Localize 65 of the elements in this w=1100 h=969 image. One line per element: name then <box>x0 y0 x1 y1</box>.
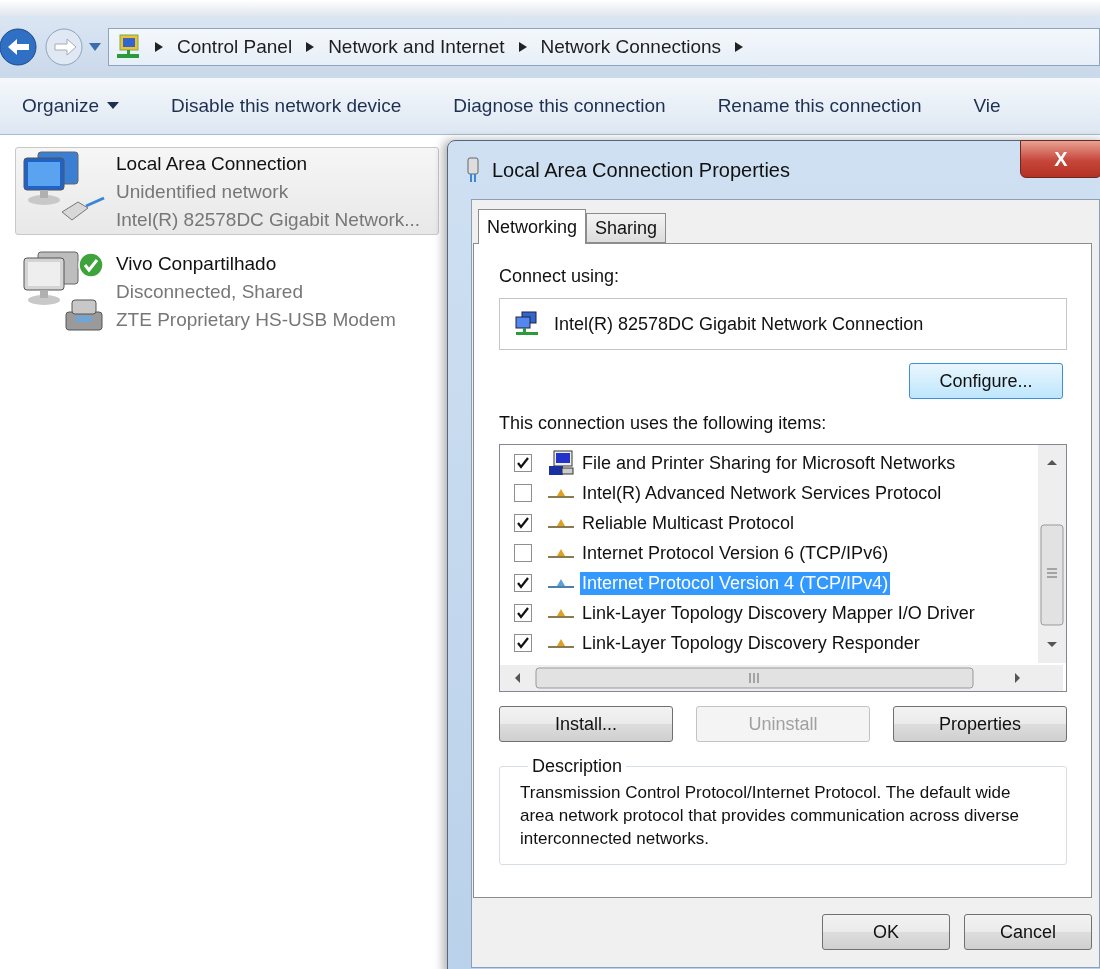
device-name: ZTE Proprietary HS-USB Modem <box>116 308 396 332</box>
connection-item[interactable]: Vivo Conpartilhado Disconnected, Shared ZTE Proprietary HS-USB Modem <box>15 247 439 335</box>
dialog-button[interactable]: Cancel <box>964 914 1092 950</box>
toolbar-button[interactable]: Rename this connection <box>717 95 922 117</box>
toolbar-button[interactable]: Diagnose this connection <box>453 95 666 117</box>
network-computer-icon <box>115 34 141 60</box>
protocol-icon <box>548 487 574 499</box>
list-item[interactable]: Intel(R) Advanced Network Services Protocol <box>580 481 944 505</box>
protocol-icon <box>548 637 574 649</box>
list-item[interactable]: Link-Layer Topology Discovery Responder <box>580 631 922 655</box>
breadcrumb-arrow-icon <box>735 42 744 52</box>
tab[interactable]: Networking <box>478 209 587 244</box>
breadcrumb-arrow-icon <box>306 42 315 52</box>
checkbox[interactable] <box>514 484 532 502</box>
network-computer-icon <box>514 311 540 337</box>
back-button[interactable] <box>0 25 40 69</box>
breadcrumb-item[interactable]: Control Panel <box>177 36 293 58</box>
vertical-scrollbar[interactable] <box>1038 445 1066 663</box>
horizontal-scrollbar[interactable] <box>500 665 1063 691</box>
toolbar-button[interactable]: Disable this network device <box>171 95 402 117</box>
connection-status: Unidentified network <box>116 180 290 204</box>
field-label: Connect using: <box>499 266 621 287</box>
checkbox[interactable] <box>514 604 532 622</box>
list-item[interactable]: Link-Layer Topology Discovery Mapper I/O Driver <box>580 601 977 625</box>
connection-status: Disconnected, Shared <box>116 280 304 304</box>
connection-name: Local Area Connection <box>116 152 309 176</box>
dialog-button[interactable]: OK <box>822 914 950 950</box>
device-name: Intel(R) 82578DC Gigabit Network... <box>116 208 421 232</box>
caret-icon <box>107 102 120 110</box>
toolbar-button[interactable]: Organize <box>22 95 120 117</box>
network-plug-icon <box>60 196 106 222</box>
field-label: This connection uses the following items: <box>499 413 827 433</box>
dropdown-arrow-icon[interactable] <box>88 42 102 52</box>
breadcrumb-item[interactable]: Network Connections <box>540 36 722 58</box>
connection-name: Vivo Conpartilhado <box>116 252 278 276</box>
breadcrumb-arrow-icon <box>155 42 163 52</box>
group-title: Description <box>531 756 624 777</box>
checkbox[interactable] <box>514 454 532 472</box>
checkbox[interactable] <box>514 574 532 592</box>
network-adapter-icon <box>466 157 480 183</box>
address-bar[interactable]: Control Panel Network and Internet Network Connections <box>108 28 1100 66</box>
window-title: Local Area Connection Properties <box>492 158 790 182</box>
phone-modem-icon <box>64 298 104 332</box>
adapter-name: Intel(R) 82578DC Gigabit Network Connection <box>554 313 924 335</box>
breadcrumb-arrow-icon <box>518 42 527 52</box>
connection-item[interactable]: Local Area Connection Unidentified network Intel(R) 82578DC Gigabit Network... <box>15 147 439 235</box>
action-button[interactable]: Install... <box>499 706 673 742</box>
description-text: Transmission Control Protocol/Internet Protocol. The default wide area network protocol that provides communication across diverse interconnected networks. <box>520 782 1020 850</box>
computer-printer-icon <box>548 450 574 476</box>
close-button[interactable]: X <box>1020 140 1100 178</box>
toolbar-button[interactable]: Vie <box>973 95 1001 117</box>
protocol-icon <box>548 517 574 529</box>
tab[interactable]: Sharing <box>586 213 667 243</box>
action-button[interactable]: Properties <box>893 706 1067 742</box>
protocol-icon <box>548 577 574 589</box>
protocol-icon <box>548 607 574 619</box>
checkbox[interactable] <box>514 634 532 652</box>
checkbox[interactable] <box>514 544 532 562</box>
list-item[interactable]: File and Printer Sharing for Microsoft Networks <box>580 451 958 475</box>
breadcrumb-item[interactable]: Network and Internet <box>328 36 505 58</box>
list-item[interactable]: Reliable Multicast Protocol <box>580 511 797 535</box>
list-item[interactable]: Internet Protocol Version 6 (TCP/IPv6) <box>580 541 891 565</box>
protocol-icon <box>548 547 574 559</box>
configure-button[interactable]: Configure... <box>909 363 1063 399</box>
checkbox[interactable] <box>514 514 532 532</box>
